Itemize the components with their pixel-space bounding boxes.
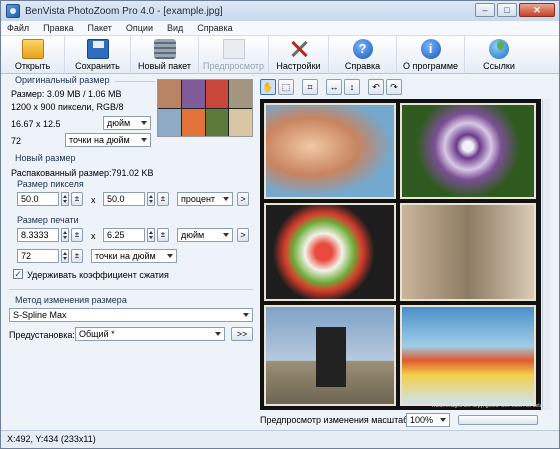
batch-stack-icon [153,39,176,59]
pixel-go-button[interactable]: > [237,192,249,206]
photo-couple [264,103,396,199]
preset-label: Предустановка: [9,330,75,340]
folder-icon [21,39,44,59]
image-preview[interactable] [260,99,541,410]
menu-help[interactable]: Справка [197,23,232,33]
status-bar: X:492, Y:434 (233x11) [1,430,559,448]
menu-view[interactable]: Вид [167,23,183,33]
print-width-spinner[interactable] [61,228,69,242]
fit-width-icon[interactable]: ↔ [326,79,342,95]
pixel-unit-select[interactable]: процент [177,192,233,206]
unpacked-size: Распакованный размер:791.02 KB [11,168,154,178]
photo-passionflower [400,103,536,199]
print-size-group: Размер печати [17,215,79,225]
rotate-left-icon[interactable]: ↶ [368,79,384,95]
window-title: BenVista PhotoZoom Pro 4.0 - [example.jp… [25,5,223,17]
crop-icon[interactable]: ⌗ [302,79,318,95]
times-sign: x [91,231,96,241]
vertical-scrollbar[interactable] [542,99,551,410]
photo-wedding [400,203,536,301]
hand-tool-icon[interactable]: ✋ [260,79,276,95]
preset-select[interactable]: Общий * [75,327,225,341]
app-icon [6,4,20,18]
info-icon: i [420,39,441,59]
pixel-height-input[interactable]: 50.0 [103,192,145,206]
zoom-select[interactable]: 100% [406,413,450,427]
pixel-width-input[interactable]: 50.0 [17,192,59,206]
help-icon: ? [352,39,373,59]
preview-button[interactable]: Предпросмотр [199,36,269,74]
toolbar: Открыть Сохранить Новый пакет Предпросмо… [1,36,559,74]
zoom-label: Предпросмотр изменения масштаба: [260,415,416,425]
about-button[interactable]: i О программе [397,36,465,74]
times-sign: x [91,195,96,205]
menu-options[interactable]: Опции [126,23,153,33]
title-bar: BenVista PhotoZoom Pro 4.0 - [example.jp… [1,1,559,21]
zoom-bar: Предпросмотр изменения масштаба: 100% [260,413,550,427]
divider [9,289,253,290]
globe-icon [489,39,509,59]
print-res-unit-select[interactable]: точки на дюйм [91,249,177,263]
photo-rafting [400,305,536,406]
divider [115,81,155,82]
photo-windmill [264,305,396,406]
pixel-height-spinner[interactable] [147,192,155,206]
settings-button[interactable]: Настройки [269,36,329,74]
print-width-input[interactable]: 8.3333 [17,228,59,242]
tools-icon [288,39,310,59]
print-resolution-input[interactable]: 72 [17,249,59,263]
horizontal-scrollbar[interactable] [458,415,538,425]
maximize-button[interactable]: □ [497,3,517,17]
open-button[interactable]: Открыть [1,36,65,74]
menu-bar: Файл Правка Пакет Опции Вид Справка [1,21,559,36]
menu-file[interactable]: Файл [7,23,29,33]
save-button[interactable]: Сохранить [65,36,131,74]
help-button[interactable]: ? Справка [329,36,397,74]
pixel-width-spinner[interactable] [61,192,69,206]
keep-ratio-label: Удерживать коэффициент сжатия [27,270,169,280]
menu-batch[interactable]: Пакет [88,23,112,33]
links-button[interactable]: Ссылки [465,36,533,74]
pixel-height-adjust[interactable]: ± [157,192,169,206]
view-toolbar: ✋ ⬚ ⌗ ↔ ↕ ↶ ↷ [260,79,402,97]
close-button[interactable]: ✕ [519,3,555,17]
print-resolution-adjust[interactable]: ± [71,249,83,263]
original-resolution: 72 [11,136,22,146]
keep-ratio-checkbox[interactable]: ✓ [13,269,23,279]
minimize-button[interactable]: – [475,3,495,17]
settings-panel: Оригинальный размер Размер: 3.09 MB / 1.… [5,75,257,427]
original-dimensions: 16.67 x 12.5 [11,119,61,129]
photo-salad [264,203,396,301]
fit-height-icon[interactable]: ↕ [344,79,360,95]
original-unit-select[interactable]: дюйм [103,116,151,130]
print-unit-select[interactable]: дюйм [177,228,233,242]
split-view-icon[interactable]: ⬚ [278,79,294,95]
print-height-spinner[interactable] [147,228,155,242]
rotate-right-icon[interactable]: ↷ [386,79,402,95]
app-window: BenVista PhotoZoom Pro 4.0 - [example.jp… [0,0,560,449]
print-height-adjust[interactable]: ± [157,228,169,242]
pixel-size-group: Размер пикселя [17,179,84,189]
original-size-title: Оригинальный размер [15,75,110,85]
original-thumbnail [157,79,253,137]
new-size-title: Новый размер [15,153,76,163]
new-batch-button[interactable]: Новый пакет [131,36,199,74]
preset-more-button[interactable]: >> [231,327,253,341]
original-res-unit-select[interactable]: точки на дюйм [65,133,151,147]
pixel-width-adjust[interactable]: ± [71,192,83,206]
print-height-input[interactable]: 6.25 [103,228,145,242]
menu-edit[interactable]: Правка [43,23,73,33]
print-go-button[interactable]: > [237,228,249,242]
floppy-icon [86,39,109,59]
print-resolution-spinner[interactable] [61,249,69,263]
original-pixels: 1200 x 900 пиксели, RGB/8 [11,102,124,112]
preview-icon [222,39,245,59]
resize-method-select[interactable]: S-Spline Max [9,308,253,322]
print-width-adjust[interactable]: ± [71,228,83,242]
copyright-note: These images are copyrighted. See EULA f… [431,403,548,409]
resize-method-title: Метод изменения размера [15,295,127,305]
original-file-size: Размер: 3.09 MB / 1.06 MB [11,89,122,99]
